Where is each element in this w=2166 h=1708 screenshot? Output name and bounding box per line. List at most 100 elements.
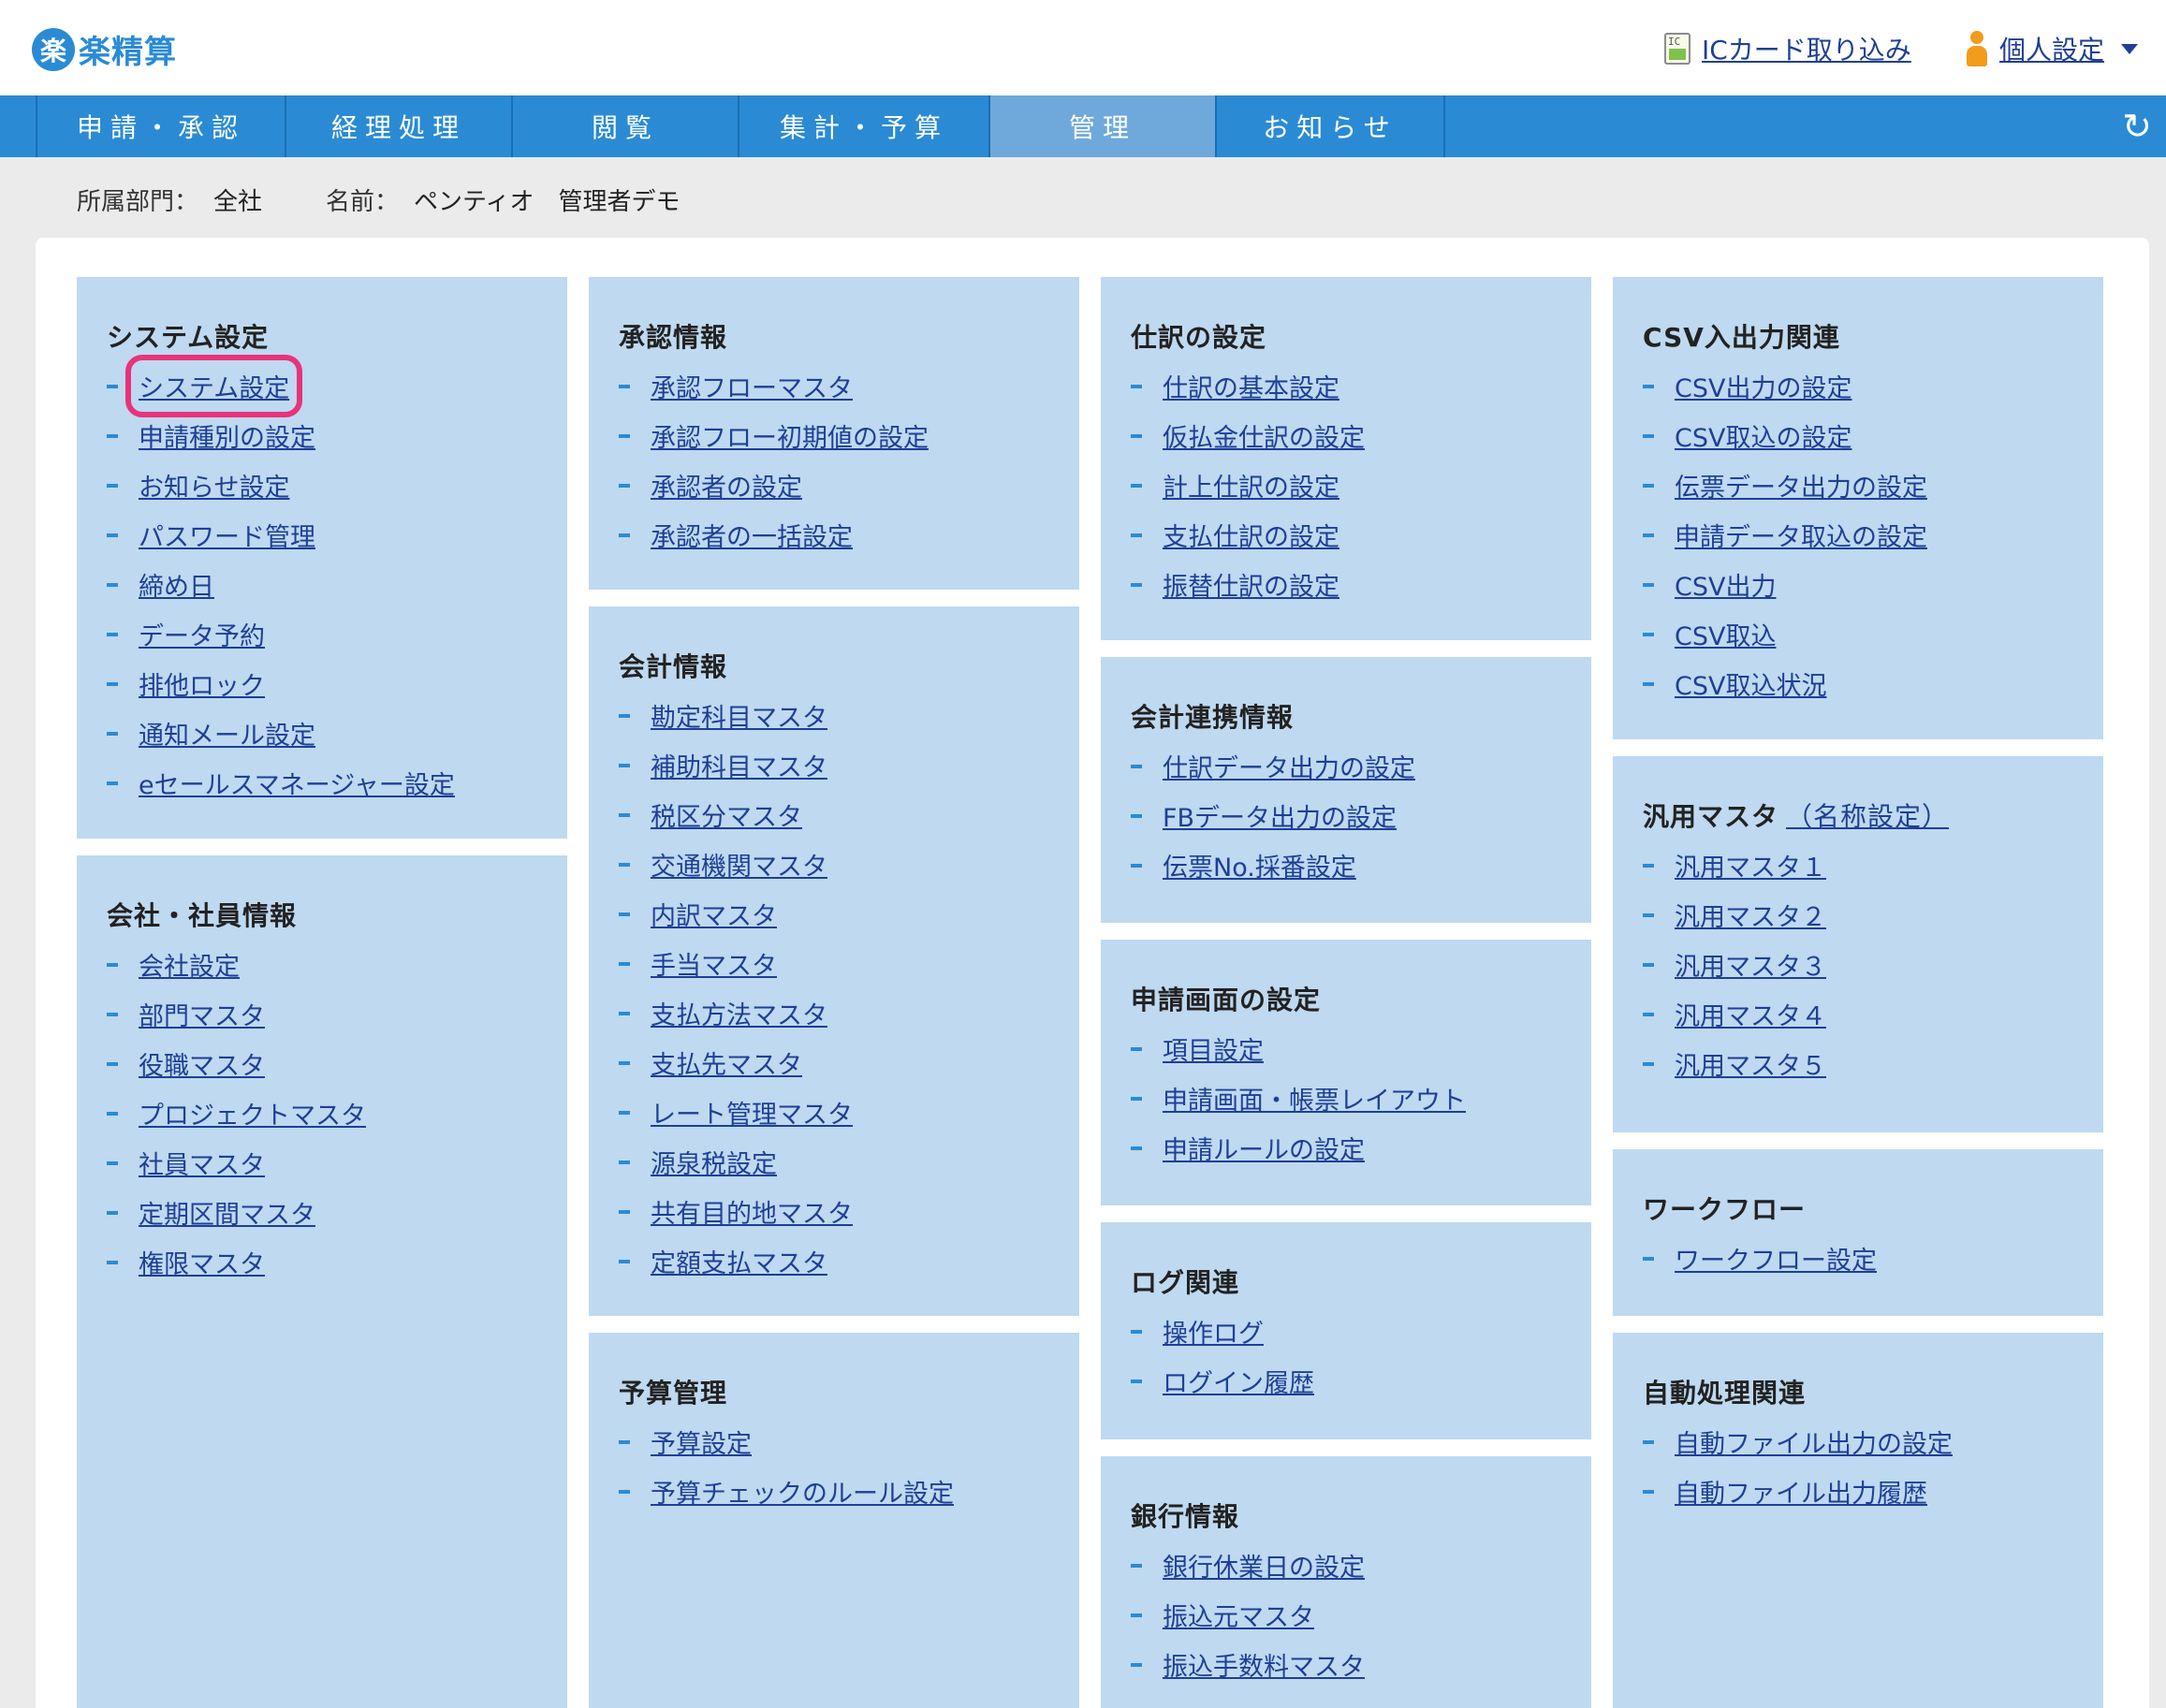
personal-settings[interactable]: 個人設定 [1966, 30, 2139, 67]
menu-link[interactable]: 申請ルールの設定 [1163, 1130, 1365, 1166]
bullet-dash-icon [1131, 1613, 1142, 1617]
menu-link[interactable]: 勘定科目マスタ [651, 697, 827, 734]
bullet-dash-icon [107, 1061, 118, 1066]
chevron-down-icon[interactable] [2121, 43, 2139, 54]
menu-link[interactable]: 源泉税設定 [651, 1144, 777, 1180]
bullet-dash-icon [107, 384, 118, 388]
menu-link[interactable]: 計上仕訳の設定 [1163, 467, 1339, 504]
menu-link[interactable]: 自動ファイル出力の設定 [1675, 1423, 1953, 1460]
menu-link[interactable]: 申請種別の設定 [139, 417, 315, 454]
menu-link[interactable]: 自動ファイル出力履歴 [1675, 1473, 1927, 1510]
ic-card-import-link[interactable]: ICカード取り込み [1702, 30, 1911, 67]
menu-link[interactable]: 振替仕訳の設定 [1163, 566, 1339, 603]
tab-browse[interactable]: 閲覧 [513, 95, 739, 157]
menu-link[interactable]: 役職マスタ [139, 1045, 265, 1082]
menu-link[interactable]: 振込元マスタ [1163, 1597, 1314, 1633]
tab-notices[interactable]: お知らせ [1217, 95, 1445, 157]
section-list: システム設定 申請種別の設定 お知らせ設定 パスワード管理 締め日データ予約排他ロック通… [107, 355, 537, 808]
menu-link[interactable]: CSV取込状況 [1675, 665, 1826, 702]
menu-link[interactable]: 支払方法マスタ [651, 995, 827, 1031]
menu-link[interactable]: レート管理マスタ [651, 1094, 853, 1131]
menu-link[interactable]: 承認者の設定 [651, 467, 802, 504]
menu-link[interactable]: CSV取込 [1675, 616, 1776, 652]
menu-link[interactable]: 定額支払マスタ [651, 1243, 827, 1279]
menu-link[interactable]: 会社設定 [139, 946, 240, 983]
menu-item: 役職マスタ [107, 1039, 537, 1088]
menu-link[interactable]: 締め日 [139, 566, 214, 603]
menu-item: 勘定科目マスタ [619, 691, 1049, 740]
bullet-dash-icon [619, 1110, 630, 1115]
menu-link[interactable]: 伝票データ出力の設定 [1675, 467, 1927, 504]
menu-link[interactable]: お知らせ設定 [139, 467, 289, 504]
bullet-dash-icon [1131, 1046, 1142, 1051]
menu-link[interactable]: CSV出力 [1675, 566, 1776, 603]
menu-link[interactable]: 予算チェックのルール設定 [651, 1473, 954, 1510]
ic-card-import[interactable]: IC ICカード取り込み [1664, 30, 1911, 67]
menu-item: 操作ログ [1131, 1307, 1561, 1356]
menu-item: 銀行休業日の設定 [1131, 1540, 1561, 1590]
personal-settings-link[interactable]: 個人設定 [1999, 30, 2104, 67]
menu-link[interactable]: 銀行休業日の設定 [1163, 1547, 1365, 1584]
section-list: 会社設定部門マスタ役職マスタプロジェクトマスタ 社員マスタ定期区間マスタ 権限マスタ [107, 940, 537, 1287]
menu-item: 申請種別の設定 [107, 411, 537, 460]
menu-link[interactable]: 支払仕訳の設定 [1163, 517, 1339, 553]
menu-link[interactable]: CSV出力の設定 [1675, 368, 1851, 404]
menu-link[interactable]: 承認者の一括設定 [651, 517, 853, 553]
menu-link[interactable]: システム設定 [124, 355, 303, 417]
menu-link[interactable]: 共有目的地マスタ [651, 1193, 853, 1230]
menu-link[interactable]: 定期区間マスタ [139, 1194, 315, 1231]
menu-link[interactable]: 項目設定 [1163, 1030, 1264, 1067]
menu-link[interactable]: 部門マスタ [139, 996, 265, 1032]
menu-link[interactable]: 内訳マスタ [651, 896, 777, 932]
menu-link[interactable]: 汎用マスタ４ [1675, 996, 1826, 1032]
menu-link[interactable]: 社員マスタ [139, 1145, 265, 1181]
menu-link[interactable]: 振込手数料マスタ [1163, 1646, 1365, 1683]
section-title: 予算管理 [619, 1378, 728, 1409]
bullet-dash-icon [1643, 863, 1654, 868]
menu-link[interactable]: 予算設定 [651, 1423, 752, 1460]
menu-link[interactable]: 汎用マスタ３ [1675, 946, 1826, 983]
menu-link[interactable]: 承認フロー初期値の設定 [651, 417, 929, 454]
menu-link[interactable]: CSV取込の設定 [1675, 417, 1851, 454]
menu-link[interactable]: 汎用マスタ５ [1675, 1045, 1826, 1082]
menu-link[interactable]: 排他ロック [139, 665, 265, 702]
section-list: 操作ログログイン履歴 [1131, 1307, 1561, 1406]
menu-link[interactable]: 仕訳データ出力の設定 [1163, 748, 1415, 784]
tab-accounting[interactable]: 経理処理 [286, 95, 513, 157]
menu-link[interactable]: プロジェクトマスタ [139, 1095, 366, 1131]
menu-link[interactable]: 承認フローマスタ [651, 368, 853, 404]
reload-icon[interactable]: ↻ [2119, 109, 2155, 144]
tab-application-approval[interactable]: 申請・承認 [36, 95, 286, 157]
menu-link[interactable]: 申請データ取込の設定 [1675, 517, 1927, 553]
menu-link[interactable]: 申請画面・帳票レイアウト [1163, 1080, 1466, 1117]
menu-link[interactable]: 伝票No.採番設定 [1163, 847, 1356, 883]
menu-link[interactable]: ログイン履歴 [1163, 1363, 1314, 1399]
menu-link[interactable]: データ予約 [139, 616, 265, 652]
menu-item: 通知メール設定 [107, 708, 537, 758]
menu-link[interactable]: 仮払金仕訳の設定 [1163, 417, 1365, 454]
tab-admin[interactable]: 管理 [990, 95, 1217, 157]
ic-card-icon: IC [1664, 33, 1690, 65]
menu-link[interactable]: 汎用マスタ２ [1675, 897, 1826, 933]
name-settings-link[interactable]: （名称設定） [1786, 801, 1949, 832]
menu-link[interactable]: 支払先マスタ [651, 1044, 802, 1081]
section-title: 自動処理関連 [1643, 1378, 1807, 1409]
menu-link[interactable]: 補助科目マスタ [651, 747, 827, 783]
menu-link[interactable]: 通知メール設定 [139, 715, 315, 752]
menu-link[interactable]: 交通機関マスタ [651, 846, 827, 883]
menu-link[interactable]: 汎用マスタ１ [1675, 847, 1826, 883]
menu-link[interactable]: 権限マスタ [139, 1244, 265, 1280]
logo[interactable]: 楽 楽精算 [32, 26, 177, 72]
menu-link[interactable]: ワークフロー設定 [1675, 1240, 1877, 1277]
menu-link[interactable]: 仕訳の基本設定 [1163, 368, 1339, 404]
section-list: 仕訳データ出力の設定 FBデータ出力の設定 伝票No.採番設定 [1131, 741, 1561, 890]
menu-item: 自動ファイル出力履歴 [1643, 1467, 2073, 1516]
menu-link[interactable]: パスワード管理 [139, 517, 315, 553]
menu-link[interactable]: eセールスマネージャー設定 [139, 765, 455, 801]
section-approval-info: 承認情報 承認フローマスタ 承認フロー初期値の設定 承認者の設定 承認者の一括設定 [589, 277, 1079, 595]
menu-link[interactable]: FBデータ出力の設定 [1163, 797, 1397, 834]
menu-link[interactable]: 操作ログ [1163, 1313, 1264, 1350]
tab-summary-budget[interactable]: 集計・予算 [739, 95, 990, 157]
menu-link[interactable]: 手当マスタ [651, 945, 777, 982]
menu-link[interactable]: 税区分マスタ [651, 796, 802, 833]
